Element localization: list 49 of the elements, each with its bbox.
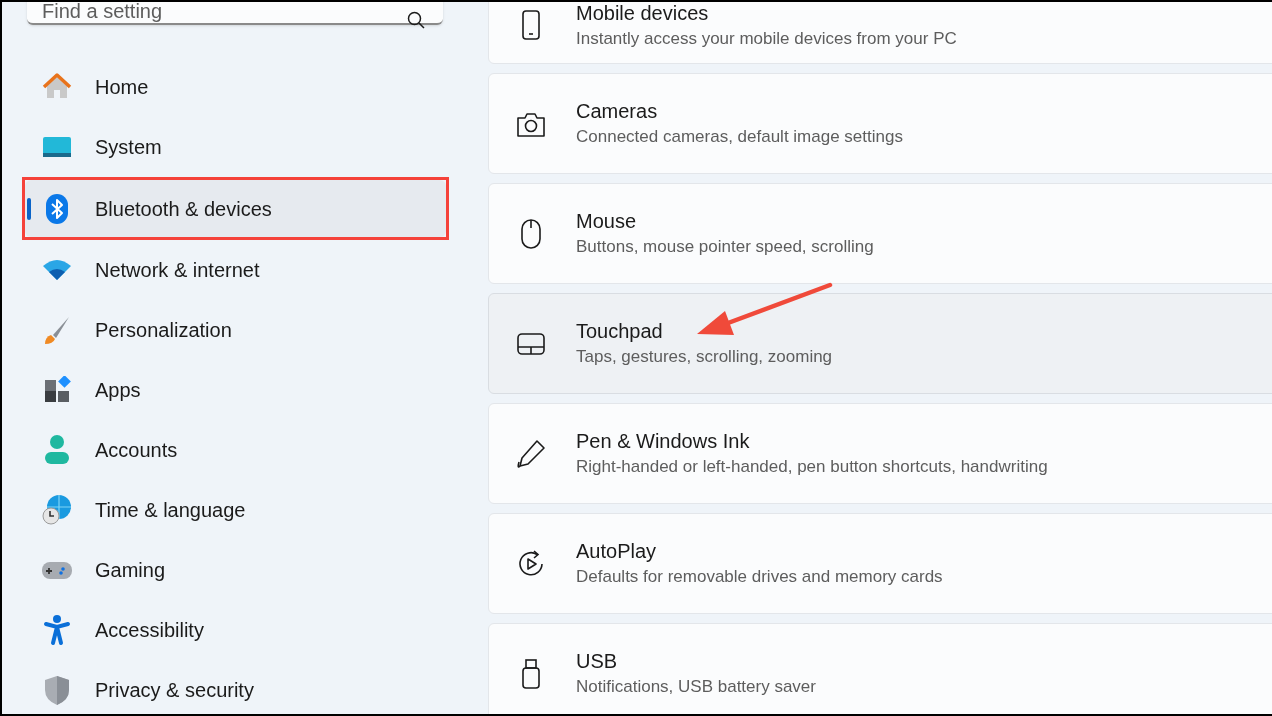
nav-item[interactable]: Time & language [25, 483, 446, 537]
monitor-icon [42, 135, 72, 159]
card-description: Buttons, mouse pointer speed, scrolling [576, 236, 874, 258]
usb-icon [520, 657, 542, 690]
card-title: Mouse [576, 209, 638, 233]
nav-item[interactable]: System [25, 120, 446, 174]
settings-card[interactable]: Pen & Windows Ink Right-handed or left-handed, pen button shortcuts, handwriting [488, 403, 1272, 504]
card-title: AutoPlay [576, 539, 658, 563]
nav-item[interactable]: Privacy & security [25, 663, 446, 714]
pen-icon [515, 437, 547, 470]
card-description: Instantly access your mobile devices from your PC [576, 27, 957, 50]
person-icon [44, 434, 70, 466]
card-description: Right-handed or left-handed, pen button shortcuts, handwriting [576, 456, 1048, 478]
touchpad-icon [516, 331, 546, 356]
card-title: Cameras [576, 99, 659, 123]
globe-clock-icon [41, 494, 73, 526]
card-title: Pen & Windows Ink [576, 429, 751, 453]
phone-icon [521, 10, 541, 40]
nav-item[interactable]: Accessibility [25, 603, 446, 657]
nav-item[interactable]: Personalization [25, 303, 446, 357]
nav-item[interactable]: Apps [25, 363, 446, 417]
bluetooth-icon [45, 192, 69, 225]
settings-card[interactable]: Mobile devices Instantly access your mobile devices from your PC [488, 2, 1272, 64]
settings-card[interactable]: AutoPlay Defaults for removable drives and memory cards [488, 513, 1272, 614]
settings-card[interactable]: USB Notifications, USB battery saver [488, 623, 1272, 714]
nav-item[interactable]: Accounts [25, 423, 446, 477]
card-description: Notifications, USB battery saver [576, 676, 816, 698]
gamepad-icon [41, 559, 73, 581]
wifi-icon [41, 258, 73, 282]
nav-item[interactable]: Gaming [25, 543, 446, 597]
card-description: Connected cameras, default image settings [576, 126, 903, 148]
settings-card[interactable]: Mouse Buttons, mouse pointer speed, scrolling [488, 183, 1272, 284]
settings-card[interactable]: Cameras Connected cameras, default image settings [488, 73, 1272, 174]
card-title: USB [576, 649, 619, 673]
accessibility-icon [43, 614, 71, 646]
card-description: Defaults for removable drives and memory cards [576, 566, 943, 588]
selection-indicator [27, 198, 31, 220]
nav-item[interactable]: Network & internet [25, 243, 446, 297]
card-title: Touchpad [576, 319, 664, 343]
search-icon [407, 11, 425, 29]
mouse-icon [520, 217, 542, 250]
card-title: Mobile devices [576, 2, 710, 25]
nav-item[interactable]: Bluetooth & devices [25, 180, 446, 237]
apps-icon [43, 376, 71, 404]
nav-item[interactable]: Home [25, 60, 446, 114]
settings-card[interactable]: Touchpad Taps, gestures, scrolling, zooming [488, 293, 1272, 394]
search-field[interactable]: Find a setting [27, 2, 443, 25]
card-description: Taps, gestures, scrolling, zooming [576, 346, 833, 368]
shield-icon [43, 674, 71, 706]
